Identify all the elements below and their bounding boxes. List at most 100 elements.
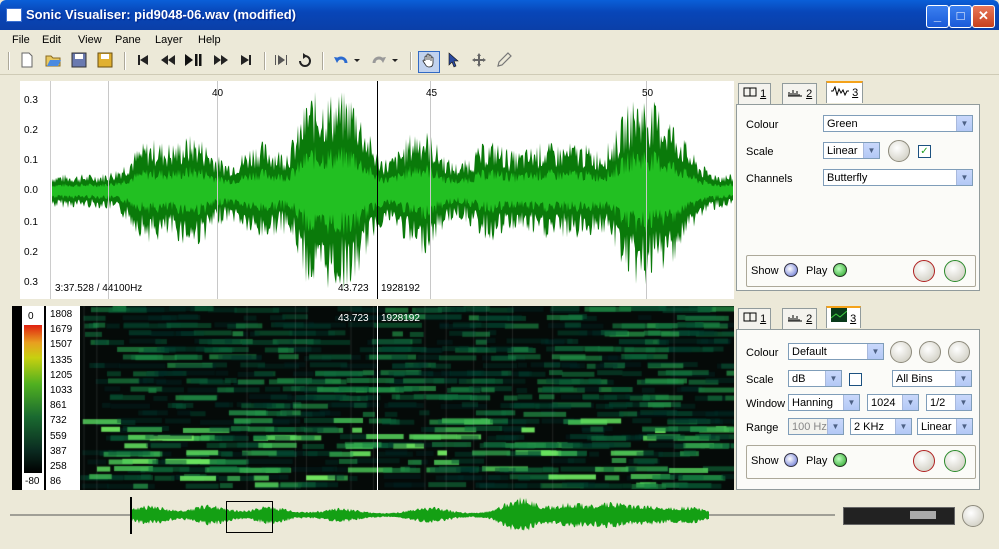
- scale-select[interactable]: dB ▼: [788, 370, 842, 387]
- channels-select[interactable]: Butterfly ▼: [823, 169, 973, 186]
- window-label: Window: [746, 398, 786, 410]
- ruler-icon: [743, 312, 757, 322]
- overview-waveform[interactable]: [10, 494, 835, 536]
- menu-file[interactable]: File: [12, 34, 30, 46]
- playback-cursor[interactable]: [377, 81, 378, 299]
- close-button[interactable]: ✕: [972, 5, 995, 28]
- channels-label: Channels: [746, 173, 793, 185]
- fast-forward-end-icon[interactable]: [237, 52, 255, 70]
- tab-pane-2[interactable]: 2: [782, 308, 818, 329]
- toolbar-separator: [264, 52, 266, 70]
- play-selection-icon[interactable]: [272, 52, 290, 70]
- frequency-scale-select[interactable]: Linear ▼: [917, 418, 973, 435]
- loop-icon[interactable]: [296, 52, 314, 70]
- overview-view-rectangle[interactable]: [226, 501, 273, 533]
- rewind-icon[interactable]: [159, 52, 177, 70]
- normalize-checkbox[interactable]: ✓: [918, 145, 931, 158]
- ruler-icon: [743, 87, 757, 97]
- chevron-down-icon: ▼: [827, 419, 843, 434]
- colour-scale-bar: [24, 325, 42, 473]
- new-document-icon[interactable]: [18, 52, 36, 70]
- play-toggle[interactable]: [833, 263, 847, 277]
- frequency-label: 387: [50, 445, 67, 457]
- grid-line: [217, 81, 218, 299]
- gain-dial[interactable]: [890, 341, 912, 363]
- save-icon[interactable]: [70, 52, 88, 70]
- minimize-button[interactable]: _: [926, 5, 949, 28]
- tab-label: 3: [852, 87, 859, 99]
- tab-pane-1[interactable]: 1: [738, 83, 772, 104]
- menu-layer[interactable]: Layer: [155, 34, 183, 46]
- show-toggle[interactable]: [784, 263, 798, 277]
- menu-edit[interactable]: Edit: [42, 34, 61, 46]
- pan-dial[interactable]: [913, 260, 935, 282]
- chevron-down-icon: ▼: [825, 371, 841, 386]
- amplitude-scale: 0.3 0.2 0.1 0.0 0.1 0.2 0.3: [20, 81, 51, 299]
- window-size-select[interactable]: 1024 ▼: [867, 394, 919, 411]
- rewind-start-icon[interactable]: [134, 52, 152, 70]
- scale-label: 0.3: [24, 277, 38, 288]
- normalize-checkbox[interactable]: [849, 373, 862, 386]
- move-icon[interactable]: [470, 52, 488, 70]
- grid-line: [430, 81, 431, 299]
- app-icon: [6, 8, 22, 22]
- tab-pane-3[interactable]: 3: [826, 306, 862, 328]
- window-type-select[interactable]: Hanning ▼: [788, 394, 860, 411]
- open-folder-icon[interactable]: [44, 52, 62, 70]
- colour-select[interactable]: Green ▼: [823, 115, 973, 132]
- play-toggle[interactable]: [833, 453, 847, 467]
- time-tick-label: 40: [212, 88, 224, 99]
- gain-dial[interactable]: [888, 140, 910, 162]
- spectrum-icon: [788, 315, 802, 322]
- toolbar-separator: [410, 52, 412, 70]
- fast-forward-icon[interactable]: [212, 52, 230, 70]
- tab-label: 2: [806, 313, 813, 325]
- playback-cursor[interactable]: [377, 306, 378, 490]
- menu-view[interactable]: View: [78, 34, 102, 46]
- chevron-down-icon: ▼: [895, 419, 911, 434]
- waveform-icon: [831, 85, 849, 97]
- time-tick-label: 50: [642, 88, 654, 99]
- undo-icon[interactable]: [332, 52, 362, 70]
- scale-label: 0.2: [24, 247, 38, 258]
- menu-pane[interactable]: Pane: [115, 34, 141, 46]
- draw-pencil-icon[interactable]: [496, 52, 514, 70]
- threshold-dial[interactable]: [948, 341, 970, 363]
- range-max-select[interactable]: 2 KHz ▼: [850, 418, 912, 435]
- navigate-hand-icon[interactable]: [418, 51, 440, 73]
- play-label: Play: [806, 455, 828, 467]
- frequency-label: 861: [50, 400, 67, 412]
- overview-pane[interactable]: [10, 494, 835, 536]
- cursor-time: 43.723: [338, 283, 369, 294]
- pan-dial[interactable]: [913, 450, 935, 472]
- play-pause-icon[interactable]: [184, 52, 202, 70]
- save-session-icon[interactable]: [96, 52, 114, 70]
- time-tick-label: 45: [426, 88, 438, 99]
- tab-label: 3: [850, 313, 857, 325]
- tab-pane-2[interactable]: 2: [782, 83, 818, 104]
- frequency-label: 86: [50, 476, 62, 488]
- maximize-button[interactable]: □: [949, 5, 972, 28]
- range-min-select[interactable]: 100 Hz ▼: [788, 418, 844, 435]
- chevron-down-icon: ▼: [843, 395, 859, 410]
- spectrogram-plot[interactable]: [80, 306, 734, 490]
- show-toggle[interactable]: [784, 453, 798, 467]
- frequency-label: 1679: [50, 324, 73, 336]
- bins-select[interactable]: All Bins ▼: [892, 370, 972, 387]
- redo-icon[interactable]: [370, 52, 400, 70]
- colour-select[interactable]: Default ▼: [788, 343, 884, 360]
- window-overlap-select[interactable]: 1/2 ▼: [926, 394, 972, 411]
- menu-help[interactable]: Help: [198, 34, 221, 46]
- tab-pane-1[interactable]: 1: [738, 308, 772, 329]
- scale-select[interactable]: Linear ▼: [823, 142, 880, 159]
- select-arrow-icon[interactable]: [444, 52, 462, 70]
- colour-rotation-dial[interactable]: [919, 341, 941, 363]
- chevron-down-icon: ▼: [955, 371, 971, 386]
- volume-dial[interactable]: [944, 260, 966, 282]
- tab-pane-3[interactable]: 3: [826, 81, 864, 103]
- frequency-label: 1335: [50, 354, 73, 366]
- volume-dial[interactable]: [944, 450, 966, 472]
- scale-label: Scale: [746, 374, 774, 386]
- show-label: Show: [751, 455, 779, 467]
- playback-speed-dial[interactable]: [962, 505, 984, 527]
